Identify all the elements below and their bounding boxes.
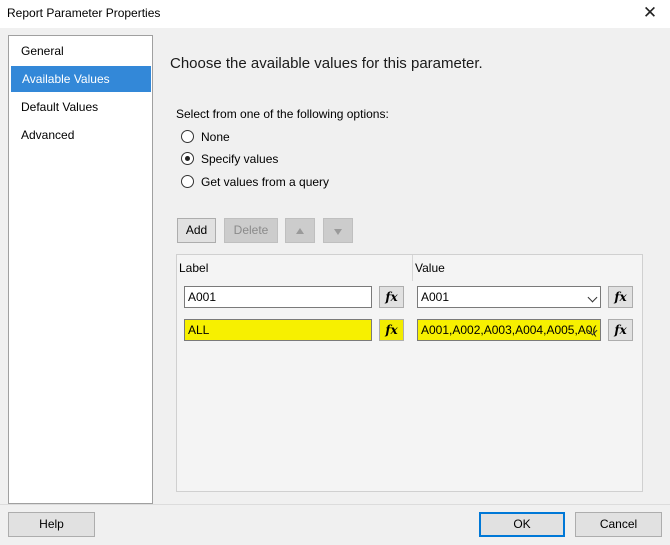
add-button[interactable]: Add — [177, 218, 216, 243]
nav-item-general[interactable]: General — [10, 38, 151, 64]
options-label: Select from one of the following options… — [176, 107, 389, 121]
radio-query[interactable] — [181, 175, 194, 188]
label-column-header: Label — [179, 261, 209, 275]
option-none-label: None — [201, 130, 230, 144]
cancel-button[interactable]: Cancel — [575, 512, 662, 537]
arrow-up-icon — [296, 228, 304, 234]
nav-item-default-values[interactable]: Default Values — [10, 94, 151, 120]
page-nav: General Available Values Default Values … — [8, 35, 153, 504]
value-combo-row-1[interactable]: A001 — [417, 286, 601, 308]
value-expression-button-row-2[interactable]: fx — [608, 319, 633, 341]
footer-divider — [0, 504, 670, 505]
value-column-header: Value — [415, 261, 445, 275]
value-combo-row-1-text: A001 — [421, 290, 450, 304]
label-field-row-1[interactable]: A001 — [184, 286, 372, 308]
value-expression-button-row-1[interactable]: fx — [608, 286, 633, 308]
page-heading: Choose the available values for this par… — [170, 55, 483, 72]
column-divider — [412, 255, 413, 281]
close-icon[interactable]: ✕ — [636, 0, 664, 26]
option-specify-values-label: Specify values — [201, 152, 279, 166]
move-up-button[interactable] — [285, 218, 315, 243]
ok-button[interactable]: OK — [479, 512, 565, 537]
value-combo-row-2[interactable]: A001,A002,A003,A004,A005,A0( — [417, 319, 601, 341]
option-query-label: Get values from a query — [201, 175, 330, 189]
delete-button[interactable]: Delete — [224, 218, 278, 243]
arrow-down-icon — [334, 229, 342, 235]
move-down-button[interactable] — [323, 218, 353, 243]
radio-specify-values[interactable] — [181, 152, 194, 165]
chevron-down-icon — [587, 292, 598, 303]
value-combo-row-2-text: A001,A002,A003,A004,A005,A0( — [421, 323, 597, 337]
label-expression-button-row-2[interactable]: fx — [379, 319, 404, 341]
label-field-row-2[interactable]: ALL — [184, 319, 372, 341]
window-title: Report Parameter Properties — [7, 6, 161, 20]
help-button[interactable]: Help — [8, 512, 95, 537]
radio-none[interactable] — [181, 130, 194, 143]
nav-item-available-values[interactable]: Available Values — [11, 66, 151, 92]
values-grid: Label Value A001 fx A001 fx ALL fx A001,… — [176, 254, 643, 492]
nav-item-advanced[interactable]: Advanced — [10, 122, 151, 148]
label-expression-button-row-1[interactable]: fx — [379, 286, 404, 308]
